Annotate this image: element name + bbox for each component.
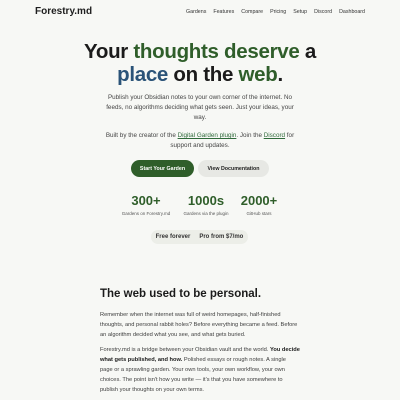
stat-label: Gardens on Forestry.md: [121, 211, 171, 216]
start-garden-button[interactable]: Start Your Garden: [131, 160, 194, 177]
nav-links: Gardens Features Compare Pricing Setup D…: [186, 9, 365, 15]
plugin-link[interactable]: Digital Garden plugin: [178, 132, 237, 139]
hero-title-part: .: [277, 63, 283, 86]
nav-link-compare[interactable]: Compare: [241, 9, 263, 15]
hero-title-highlight: thoughts deserve: [133, 40, 300, 63]
hero-title-highlight: place: [117, 63, 169, 86]
section-paragraph: Remember when the internet was full of w…: [100, 312, 298, 338]
brand-logo[interactable]: Forestry.md: [35, 6, 92, 17]
credit-text: Built by the creator of the: [105, 132, 178, 139]
hero-title-part: on the: [168, 63, 239, 86]
nav-link-features[interactable]: Features: [213, 9, 234, 15]
nav-link-dashboard[interactable]: Dashboard: [339, 9, 365, 15]
stat-value: 300+: [131, 193, 161, 208]
hero-lede: Publish your Obsidian notes to your own …: [106, 94, 294, 121]
stat-github-stars: 2000+ GitHub stars: [234, 193, 284, 216]
stat-label: Gardens via the plugin: [183, 211, 229, 216]
pricing-pill[interactable]: Free forever Pro from $7/mo: [151, 230, 248, 244]
stat-value: 2000+: [240, 193, 278, 208]
hero-credit: Built by the creator of the Digital Gard…: [100, 131, 300, 151]
nav-link-gardens[interactable]: Gardens: [186, 9, 206, 15]
stat-gardens: 300+ Gardens on Forestry.md: [118, 193, 174, 216]
hero-title-part: a: [299, 40, 316, 63]
top-nav: Forestry.md Gardens Features Compare Pri…: [0, 0, 400, 24]
nav-link-setup[interactable]: Setup: [293, 9, 307, 15]
pricing-free: Free forever: [155, 234, 191, 240]
credit-text: . Join the: [236, 132, 264, 139]
view-docs-button[interactable]: View Documentation: [198, 160, 269, 177]
hero-title-highlight: web: [238, 63, 278, 86]
section-title: The web used to be personal.: [100, 288, 262, 300]
stat-value: 1000s: [187, 193, 225, 208]
pricing-pro: Pro from $7/mo: [199, 234, 244, 240]
hero-title: Your thoughts deserve a place on the web…: [0, 40, 400, 86]
nav-link-discord[interactable]: Discord: [314, 9, 332, 15]
section-paragraph: Forestry.md is a bridge between your Obs…: [100, 345, 300, 395]
stat-label: GitHub stars: [246, 211, 272, 216]
discord-link[interactable]: Discord: [264, 132, 285, 139]
hero-title-part: Your: [84, 40, 134, 63]
nav-link-pricing[interactable]: Pricing: [270, 9, 286, 15]
para-text: Forestry.md is a bridge between your Obs…: [100, 347, 270, 353]
stat-plugin-gardens: 1000s Gardens via the plugin: [178, 193, 234, 216]
